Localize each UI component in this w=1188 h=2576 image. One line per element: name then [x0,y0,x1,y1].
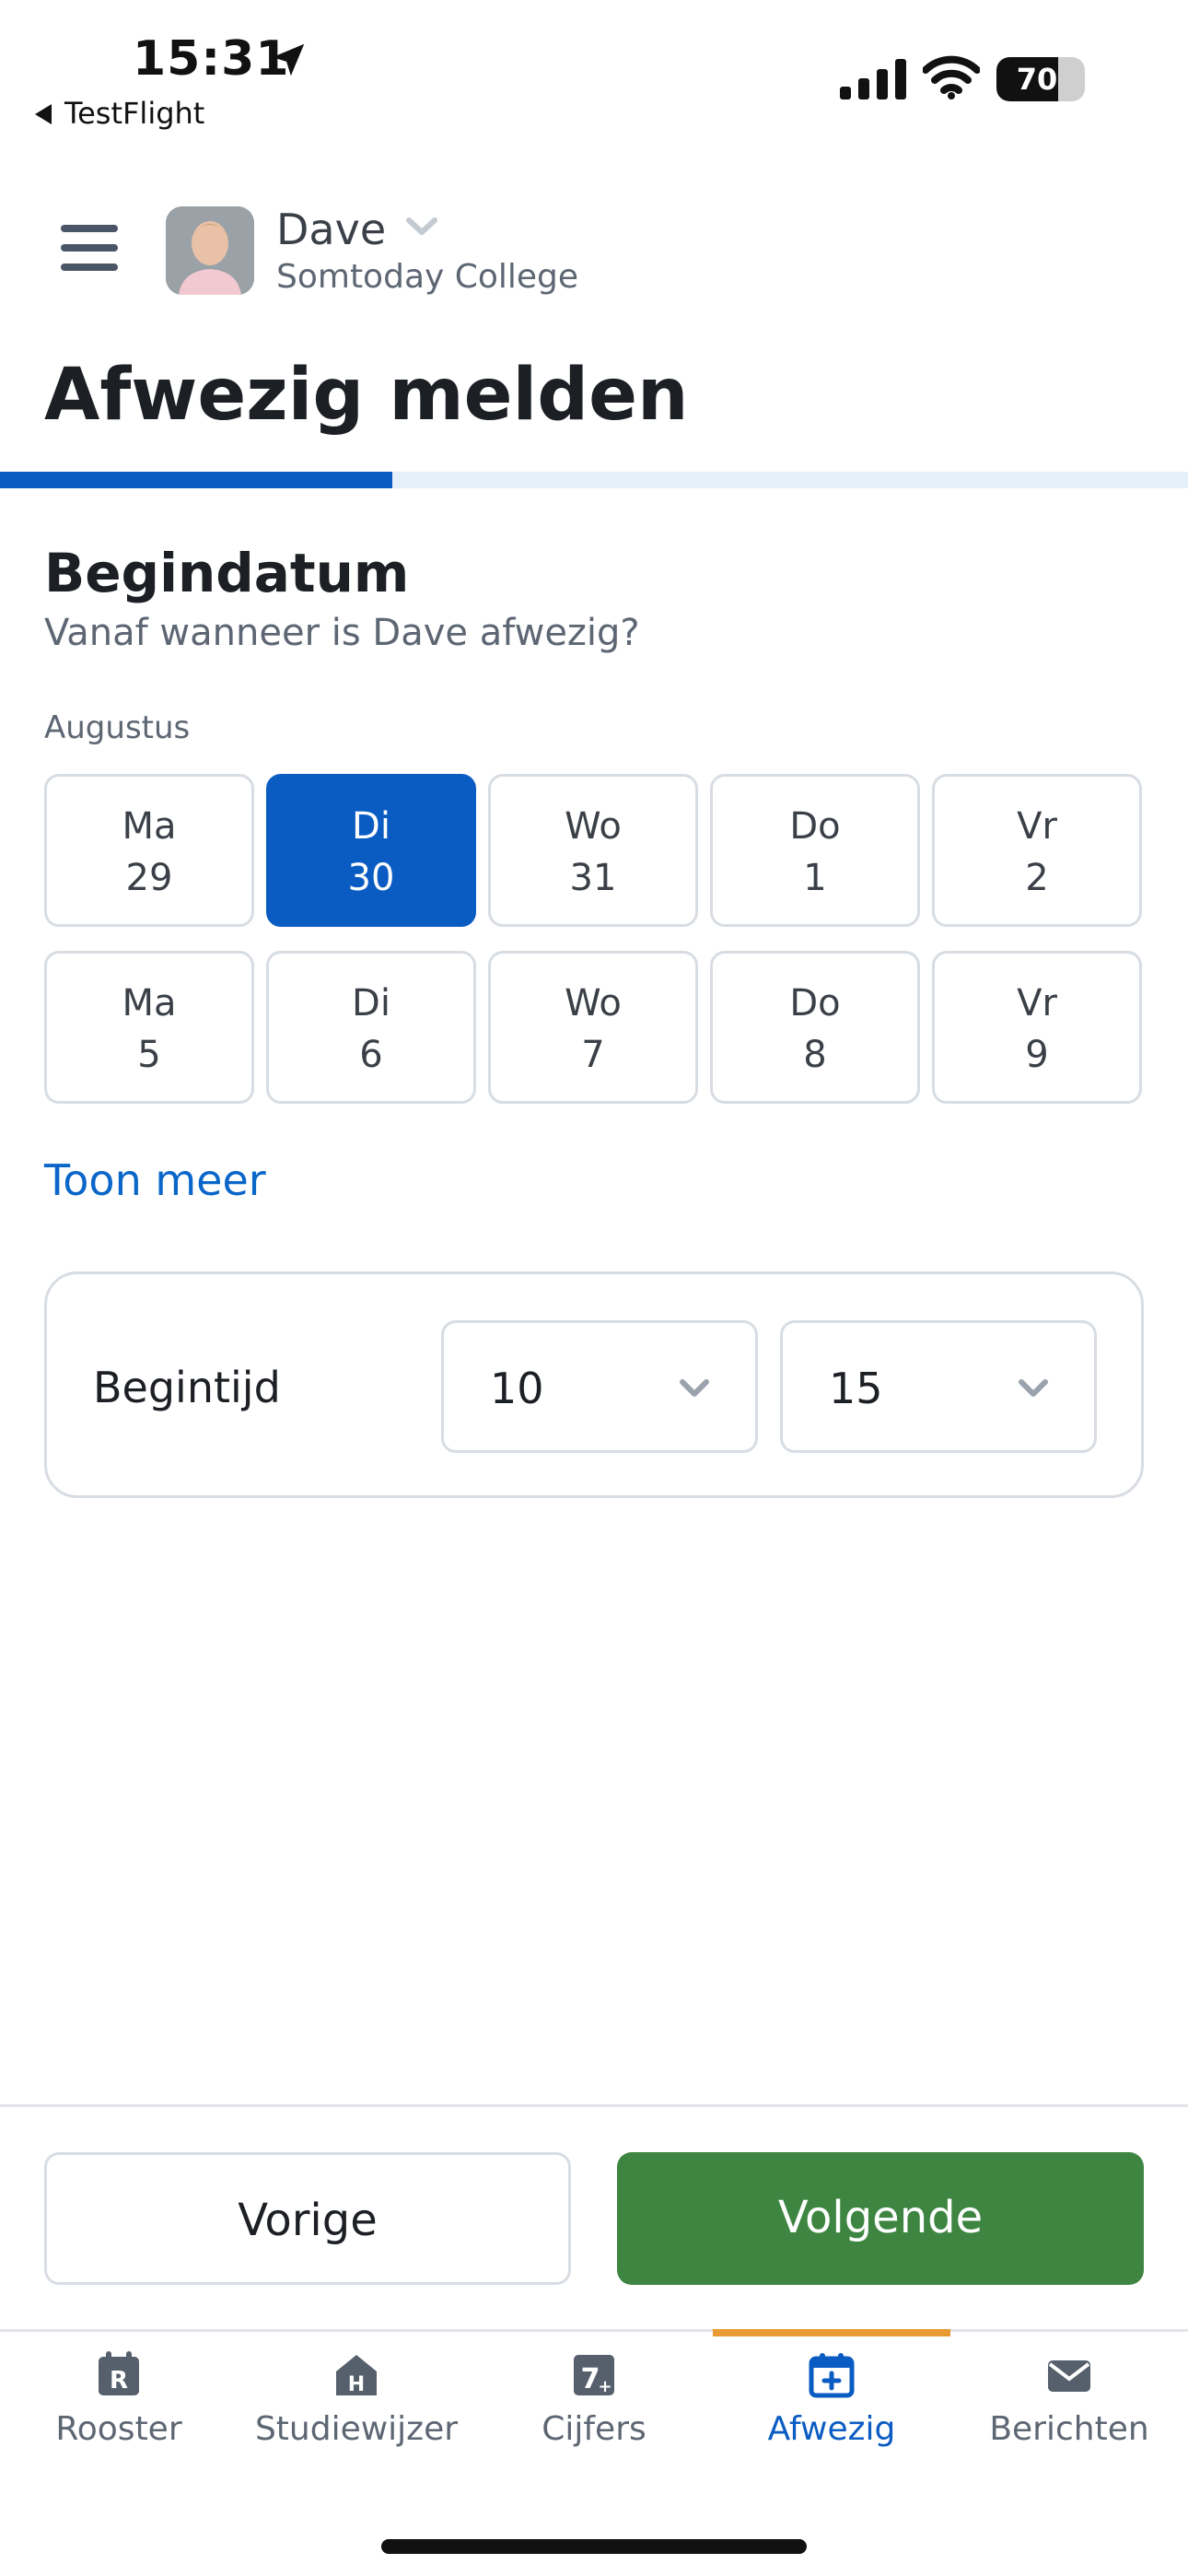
tab-label: Berichten [989,2410,1149,2448]
tab-label: Afwezig [767,2410,896,2448]
location-arrow-icon [272,43,305,76]
page-title: Afwezig melden [44,354,689,437]
chevron-down-icon [680,1379,709,1397]
tab-label: Cijfers [542,2410,646,2448]
tab-cijfers[interactable]: 7 + Cijfers [475,2351,713,2448]
previous-button[interactable]: Vorige [44,2152,571,2285]
date-weekday: Wo [565,982,622,1025]
svg-text:R: R [110,2367,128,2395]
cellular-signal-icon [840,59,906,100]
date-number: 29 [125,857,173,899]
svg-text:H: H [348,2373,365,2396]
status-time: 15:31 [133,31,290,87]
calendar-plus-icon [809,2353,855,2398]
studiewijzer-icon: H [336,2355,377,2396]
next-button[interactable]: Volgende [617,2152,1144,2285]
date-weekday: Wo [565,805,622,848]
back-triangle-icon [35,104,52,124]
school-name: Somtoday College [276,258,579,296]
date-weekday: Ma [122,805,177,848]
date-number: 31 [569,857,617,899]
back-to-app-link[interactable]: TestFlight [35,96,204,131]
start-time-label: Begintijd [93,1363,281,1412]
date-option[interactable]: Di 6 [266,951,476,1104]
date-option[interactable]: Wo 31 [488,774,698,927]
tab-label: Studiewijzer [254,2410,459,2448]
date-weekday: Do [789,982,841,1025]
date-number: 1 [803,857,827,899]
tab-bar-divider [0,2329,1188,2332]
date-number: 9 [1025,1034,1049,1076]
month-label: Augustus [44,709,191,746]
chevron-down-icon [1019,1379,1048,1397]
chevron-down-icon[interactable] [405,216,438,238]
hamburger-menu-icon[interactable] [61,225,118,276]
wifi-icon [923,55,980,100]
start-time-card: Begintijd 10 15 [44,1271,1144,1498]
date-option[interactable]: Vr 9 [932,951,1142,1104]
date-number: 30 [347,857,395,899]
home-indicator[interactable] [381,2539,807,2554]
rooster-icon: R [99,2351,139,2395]
hour-select[interactable]: 10 [441,1320,758,1453]
date-option[interactable]: Ma 5 [44,951,254,1104]
date-option[interactable]: Di 30 [266,774,476,927]
date-number: 2 [1025,857,1049,899]
show-more-link[interactable]: Toon meer [44,1155,266,1205]
user-name[interactable]: Dave [276,205,386,254]
battery-cap [1076,70,1081,88]
envelope-icon [1048,2360,1090,2392]
section-title: Begindatum [44,542,410,604]
date-option[interactable]: Vr 2 [932,774,1142,927]
tab-label: Rooster [55,2410,182,2448]
date-weekday: Do [789,805,841,848]
date-option[interactable]: Do 8 [710,951,920,1104]
section-subtitle: Vanaf wanneer is Dave afwezig? [44,612,640,654]
battery-indicator: 70 [996,57,1085,101]
date-weekday: Di [352,982,390,1025]
tab-rooster[interactable]: R Rooster [0,2351,238,2448]
hour-value: 10 [490,1364,544,1413]
svg-text:+: + [598,2377,611,2396]
date-number: 6 [359,1034,383,1076]
date-weekday: Vr [1017,982,1057,1025]
back-app-label: TestFlight [64,96,205,131]
date-weekday: Vr [1017,805,1057,848]
cijfers-icon: 7 + [574,2355,614,2396]
date-grid: Ma 29 Di 30 Wo 31 Do 1 Vr 2 Ma 5 Di 6 Wo 7 Do 8 V… [44,774,1144,1104]
minute-value: 15 [829,1364,883,1413]
divider [0,2104,1188,2107]
progress-bar [0,472,1188,488]
date-option[interactable]: Wo 7 [488,951,698,1104]
battery-percent: 70 [1016,62,1058,97]
svg-text:7: 7 [581,2363,600,2395]
person-photo-icon [166,206,254,295]
date-weekday: Ma [122,982,177,1025]
active-tab-indicator [713,2329,950,2336]
date-number: 5 [137,1034,161,1076]
date-option[interactable]: Do 1 [710,774,920,927]
tab-studiewijzer[interactable]: H Studiewijzer [238,2351,475,2448]
tab-afwezig[interactable]: Afwezig [713,2351,950,2448]
date-number: 7 [581,1034,605,1076]
date-weekday: Di [352,805,390,848]
date-option[interactable]: Ma 29 [44,774,254,927]
tab-berichten[interactable]: Berichten [950,2351,1188,2448]
date-number: 8 [803,1034,827,1076]
avatar[interactable] [166,206,254,295]
minute-select[interactable]: 15 [780,1320,1097,1453]
progress-fill [0,472,392,488]
